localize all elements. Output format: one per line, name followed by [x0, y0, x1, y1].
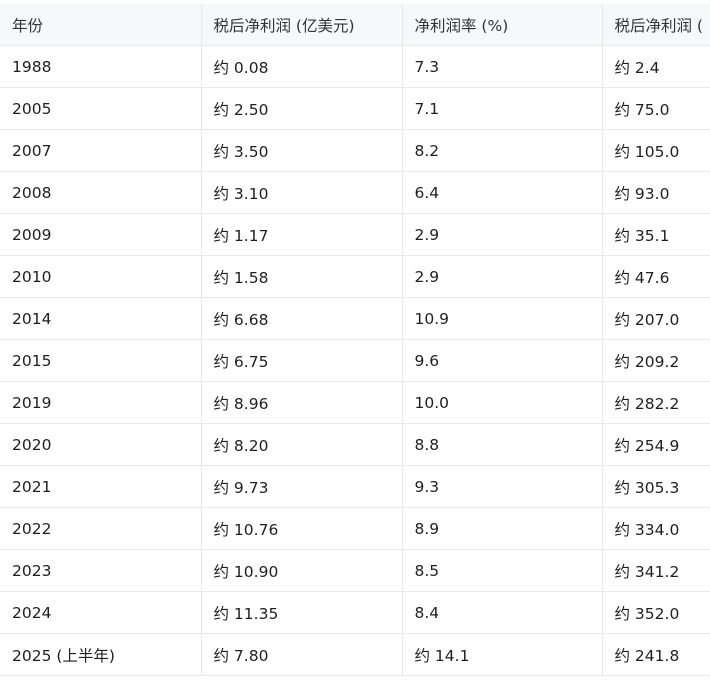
- table-row: 2023 约 10.90 8.5 约 341.2: [0, 549, 710, 592]
- cell-net-margin: 2.9: [401, 213, 602, 256]
- table-row: 2019 约 8.96 10.0 约 282.2: [0, 381, 710, 424]
- table-viewport: 年份 税后净利润 (亿美元) 净利润率 (%) 税后净利润 ( 1988 约 0.…: [0, 0, 710, 681]
- table-row: 2025 (上半年) 约 7.80 约 14.1 约 241.8: [0, 633, 710, 676]
- cell-net-profit-other: 约 305.3: [601, 465, 710, 508]
- header-row: 年份 税后净利润 (亿美元) 净利润率 (%) 税后净利润 (: [0, 4, 710, 46]
- cell-net-margin: 10.9: [401, 297, 602, 340]
- cell-year: 2020: [0, 423, 201, 466]
- header-year: 年份: [0, 4, 201, 46]
- cell-year: 2019: [0, 381, 201, 424]
- cell-net-profit-other: 约 105.0: [601, 129, 710, 172]
- cell-net-margin: 约 14.1: [401, 633, 602, 676]
- cell-year: 2023: [0, 549, 201, 592]
- table-row: 2022 约 10.76 8.9 约 334.0: [0, 507, 710, 550]
- cell-net-profit-usd: 约 8.96: [200, 381, 402, 424]
- cell-net-profit-other: 约 352.0: [601, 591, 710, 634]
- cell-net-profit-usd: 约 0.08: [200, 45, 402, 88]
- cell-year: 2022: [0, 507, 201, 550]
- cell-year: 2015: [0, 339, 201, 382]
- table-row: 2007 约 3.50 8.2 约 105.0: [0, 129, 710, 172]
- cell-net-profit-usd: 约 6.75: [200, 339, 402, 382]
- cell-net-profit-other: 约 282.2: [601, 381, 710, 424]
- cell-net-profit-other: 约 241.8: [601, 633, 710, 676]
- cell-year: 2005: [0, 87, 201, 130]
- cell-net-margin: 8.5: [401, 549, 602, 592]
- cell-net-profit-other: 约 75.0: [601, 87, 710, 130]
- cell-year: 2014: [0, 297, 201, 340]
- cell-net-profit-other: 约 2.4: [601, 45, 710, 88]
- cell-net-profit-usd: 约 3.10: [200, 171, 402, 214]
- cell-net-margin: 8.4: [401, 591, 602, 634]
- cell-net-margin: 9.6: [401, 339, 602, 382]
- table-row: 2008 约 3.10 6.4 约 93.0: [0, 171, 710, 214]
- cell-net-margin: 8.2: [401, 129, 602, 172]
- cell-year: 1988: [0, 45, 201, 88]
- cell-year: 2008: [0, 171, 201, 214]
- cell-net-profit-other: 约 47.6: [601, 255, 710, 298]
- cell-net-margin: 8.9: [401, 507, 602, 550]
- cell-net-margin: 2.9: [401, 255, 602, 298]
- table-row: 1988 约 0.08 7.3 约 2.4: [0, 45, 710, 88]
- table-body: 1988 约 0.08 7.3 约 2.4 2005 约 2.50 7.1 约 75.0 200…: [0, 45, 710, 676]
- header-net-profit-usd: 税后净利润 (亿美元): [200, 4, 402, 46]
- cell-net-profit-other: 约 207.0: [601, 297, 710, 340]
- table-row: 2024 约 11.35 8.4 约 352.0: [0, 591, 710, 634]
- profit-table: 年份 税后净利润 (亿美元) 净利润率 (%) 税后净利润 ( 1988 约 0.…: [0, 4, 710, 676]
- cell-net-profit-usd: 约 7.80: [200, 633, 402, 676]
- header-net-profit-other: 税后净利润 (: [601, 4, 710, 46]
- cell-year: 2009: [0, 213, 201, 256]
- table-row: 2014 约 6.68 10.9 约 207.0: [0, 297, 710, 340]
- table-header: 年份 税后净利润 (亿美元) 净利润率 (%) 税后净利润 (: [0, 4, 710, 46]
- cell-net-profit-usd: 约 8.20: [200, 423, 402, 466]
- cell-net-margin: 7.1: [401, 87, 602, 130]
- cell-net-margin: 7.3: [401, 45, 602, 88]
- cell-net-profit-other: 约 254.9: [601, 423, 710, 466]
- cell-year: 2025 (上半年): [0, 633, 201, 676]
- cell-net-profit-usd: 约 11.35: [200, 591, 402, 634]
- cell-net-profit-usd: 约 1.17: [200, 213, 402, 256]
- table-row: 2015 约 6.75 9.6 约 209.2: [0, 339, 710, 382]
- cell-net-profit-usd: 约 6.68: [200, 297, 402, 340]
- cell-net-profit-usd: 约 10.90: [200, 549, 402, 592]
- header-net-margin: 净利润率 (%): [401, 4, 602, 46]
- cell-net-profit-other: 约 209.2: [601, 339, 710, 382]
- cell-year: 2007: [0, 129, 201, 172]
- cell-year: 2024: [0, 591, 201, 634]
- cell-net-profit-usd: 约 10.76: [200, 507, 402, 550]
- table-row: 2021 约 9.73 9.3 约 305.3: [0, 465, 710, 508]
- cell-net-margin: 9.3: [401, 465, 602, 508]
- cell-net-profit-usd: 约 3.50: [200, 129, 402, 172]
- cell-net-profit-other: 约 93.0: [601, 171, 710, 214]
- cell-net-profit-other: 约 35.1: [601, 213, 710, 256]
- cell-year: 2021: [0, 465, 201, 508]
- table-row: 2020 约 8.20 8.8 约 254.9: [0, 423, 710, 466]
- cell-year: 2010: [0, 255, 201, 298]
- table-row: 2010 约 1.58 2.9 约 47.6: [0, 255, 710, 298]
- table-row: 2009 约 1.17 2.9 约 35.1: [0, 213, 710, 256]
- cell-net-profit-other: 约 341.2: [601, 549, 710, 592]
- cell-net-margin: 8.8: [401, 423, 602, 466]
- cell-net-margin: 10.0: [401, 381, 602, 424]
- cell-net-profit-usd: 约 1.58: [200, 255, 402, 298]
- cell-net-profit-usd: 约 2.50: [200, 87, 402, 130]
- cell-net-profit-other: 约 334.0: [601, 507, 710, 550]
- cell-net-profit-usd: 约 9.73: [200, 465, 402, 508]
- table-row: 2005 约 2.50 7.1 约 75.0: [0, 87, 710, 130]
- cell-net-margin: 6.4: [401, 171, 602, 214]
